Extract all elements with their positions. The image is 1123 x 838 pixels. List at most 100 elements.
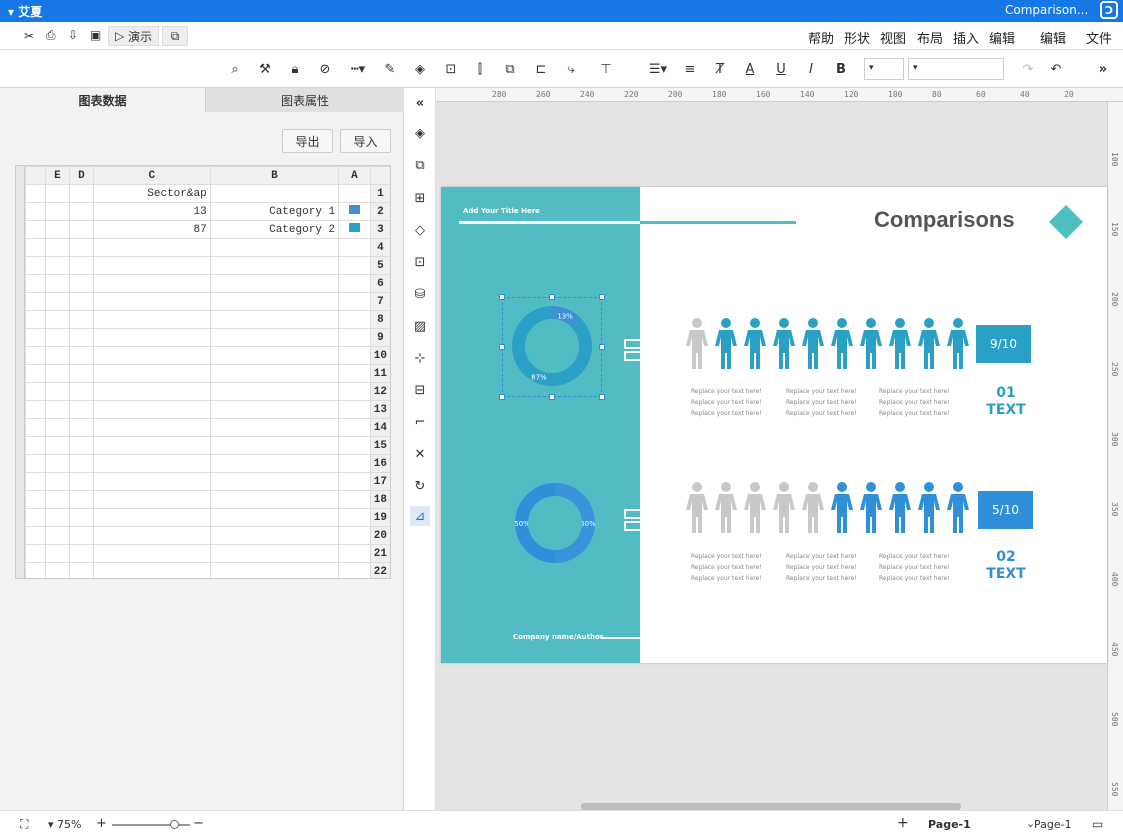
fit-page-icon[interactable]: ⛶ (20, 817, 28, 832)
expand-toolbar-icon[interactable]: » (1093, 59, 1113, 79)
user-menu[interactable]: ▾ 艾夏 (8, 3, 42, 20)
cell-a[interactable] (209, 400, 340, 419)
print-icon[interactable]: ⎙ (46, 28, 56, 43)
page-tab[interactable]: Page-1 (928, 818, 971, 831)
cell-b[interactable] (92, 292, 211, 311)
history-icon[interactable]: ↻ (410, 476, 430, 496)
cell-b[interactable] (92, 400, 211, 419)
collapse-panel-icon[interactable]: « (410, 93, 430, 113)
menu-help[interactable]: 帮助 (808, 28, 834, 47)
cell-a[interactable] (209, 382, 340, 401)
cell-b[interactable] (92, 310, 211, 329)
size-icon[interactable]: ⊏ (531, 59, 551, 79)
fill-icon[interactable]: ◈ (410, 123, 430, 143)
handle-ml[interactable] (499, 344, 505, 350)
shuffle-icon[interactable]: ✕ (410, 444, 430, 464)
cell-a[interactable]: Category 2 (209, 220, 340, 239)
cell-a[interactable] (209, 238, 340, 257)
connector-tool-icon[interactable]: ⌐ (410, 412, 430, 432)
group-icon[interactable]: ⊡ (441, 59, 461, 79)
cell-b[interactable] (92, 490, 211, 509)
fullscreen-icon[interactable]: ⧉ (162, 26, 188, 46)
cell-a[interactable] (209, 310, 340, 329)
line-style-icon[interactable]: ┅▾ (345, 59, 371, 79)
handle-tm[interactable] (549, 294, 555, 300)
save-icon[interactable]: ▣ (90, 28, 101, 42)
presentation-icon[interactable]: ⊡ (410, 252, 430, 272)
menu-file[interactable]: 文件 (1086, 28, 1112, 47)
data-grid[interactable]: E D C B A Sector&ap 1 13 Category 1 2 87 Category 2… (15, 165, 391, 579)
present-button[interactable]: ▷ 演示 (108, 26, 160, 46)
lock-icon[interactable]: 🔒︎ (285, 59, 305, 79)
cell-a[interactable] (209, 472, 340, 491)
menu-shapes[interactable]: 形状 (844, 28, 870, 47)
grid-icon[interactable]: ⊞ (410, 188, 430, 208)
add-page-icon[interactable]: + (897, 815, 909, 831)
tab-chart-data[interactable]: 图表数据 (0, 88, 205, 112)
zoom-in-icon[interactable]: + (96, 816, 107, 831)
cell-a[interactable] (209, 346, 340, 365)
menu-insert[interactable]: 插入 (953, 28, 979, 47)
no-fill-icon[interactable]: ⊘ (315, 59, 335, 79)
image-icon[interactable]: ▨ (410, 316, 430, 336)
undo-icon[interactable]: ↶ (1046, 59, 1066, 79)
cell-a[interactable] (209, 328, 340, 347)
cell-b[interactable] (92, 418, 211, 437)
cell-b[interactable] (92, 454, 211, 473)
menu-layout[interactable]: 布局 (917, 28, 943, 47)
cell-b[interactable]: 87 (92, 220, 211, 239)
cell-b[interactable] (92, 436, 211, 455)
cell-b[interactable]: 13 (92, 202, 211, 221)
cell-b[interactable]: Sector&ap (92, 184, 211, 203)
cell-b[interactable] (92, 382, 211, 401)
cell-b[interactable] (92, 526, 211, 545)
cell-a[interactable] (209, 436, 340, 455)
grid-scrollbar[interactable] (16, 166, 25, 578)
download-icon[interactable]: ⇩ (68, 28, 78, 42)
arrange-icon[interactable]: ⧉ (500, 59, 520, 79)
column-header[interactable]: C (92, 166, 211, 185)
font-family-select[interactable]: ▾ (908, 58, 1004, 80)
column-header[interactable]: B (209, 166, 340, 185)
text-direction-icon[interactable]: Ⱦ (710, 59, 730, 79)
cell-a[interactable] (209, 256, 340, 275)
cell-a[interactable] (209, 508, 340, 527)
cell-b[interactable] (92, 346, 211, 365)
layout-icon[interactable]: ▭ (1092, 817, 1103, 831)
cell-b[interactable] (92, 508, 211, 527)
chart-icon[interactable]: ⊿ (410, 506, 430, 526)
fill-bucket-icon[interactable]: ◈ (410, 59, 430, 79)
redo-icon[interactable]: ↷ (1018, 59, 1038, 79)
text-align-icon[interactable]: ≡ (680, 59, 700, 79)
database-icon[interactable]: ⛁ (410, 284, 430, 304)
page-icon[interactable]: ⧉ (410, 155, 430, 175)
underline-icon[interactable]: U (771, 59, 791, 79)
line-spacing-icon[interactable]: ☰▾ (646, 59, 670, 79)
italic-icon[interactable]: I (801, 59, 821, 79)
handle-bl[interactable] (499, 394, 505, 400)
donut-chart-2[interactable]: 50% 50% (506, 474, 604, 572)
zoom-dropdown[interactable]: ▾ 75% (48, 818, 81, 831)
pen-icon[interactable]: ✎ (380, 59, 400, 79)
cell-a[interactable] (209, 184, 340, 203)
cell-b[interactable] (92, 364, 211, 383)
cell-a[interactable] (209, 490, 340, 509)
zoom-slider-thumb[interactable] (170, 820, 179, 829)
canvas-area[interactable]: 20 40 60 80 100 120 140 160 180 200 220 240 260 280 1… (436, 88, 1123, 810)
cell-a[interactable] (209, 364, 340, 383)
handle-mr[interactable] (599, 344, 605, 350)
import-button[interactable]: 导入 (340, 129, 391, 153)
handle-br[interactable] (599, 394, 605, 400)
org-chart-icon[interactable]: ⊹ (410, 348, 430, 368)
font-color-icon[interactable]: A (740, 59, 760, 79)
export-button[interactable]: 导出 (282, 129, 333, 153)
cut-icon[interactable]: ✂ (24, 29, 34, 43)
cell-b[interactable] (92, 472, 211, 491)
tools-icon[interactable]: ⚒ (255, 59, 275, 79)
handle-tr[interactable] (599, 294, 605, 300)
font-size-select[interactable]: ▾ (864, 58, 904, 80)
horizontal-scrollbar[interactable] (581, 803, 961, 810)
cell-b[interactable] (92, 328, 211, 347)
menu-edit[interactable]: 编辑 (989, 28, 1015, 47)
menu-edit-2[interactable]: 编辑 (1040, 28, 1066, 47)
